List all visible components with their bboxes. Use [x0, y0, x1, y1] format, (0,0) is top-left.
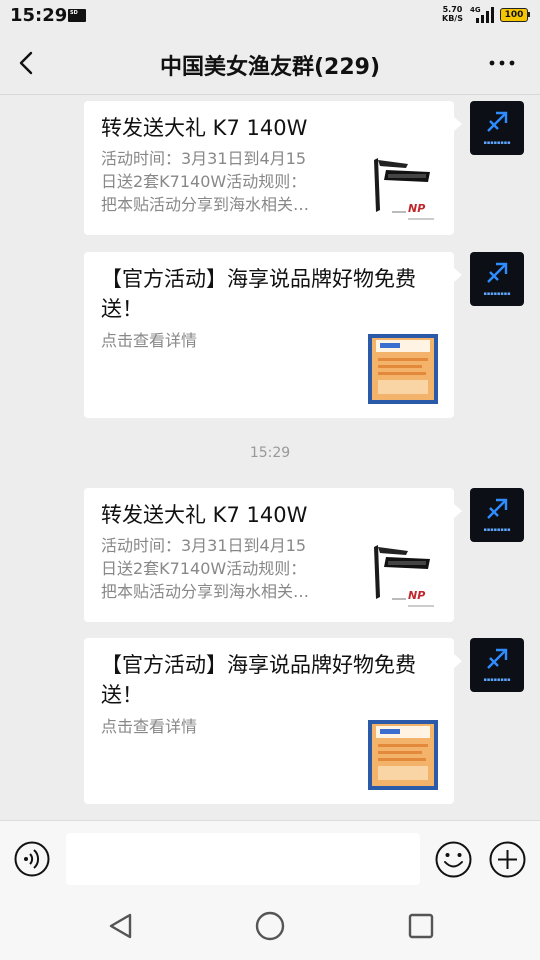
sd-card-icon [68, 9, 86, 22]
sagittarius-icon [487, 498, 508, 519]
battery-icon: 100 [500, 8, 530, 22]
link-card-message[interactable]: 【官方活动】海享说品牌好物免费送！ 点击查看详情 [84, 252, 462, 418]
battery-level: 100 [500, 8, 528, 22]
avatar[interactable]: ▪▪▪▪▪▪▪▪ [470, 488, 524, 542]
chat-title: 中国美女渔友群(229) [159, 55, 381, 80]
avatar-caption: ▪▪▪▪▪▪▪▪ [483, 677, 511, 683]
thumb-brand: NP [408, 589, 425, 602]
card-description-line: 点击查看详情 [101, 331, 198, 350]
chevron-left-icon[interactable] [14, 50, 40, 76]
card-description-line: 活动时间：3月31日到4月15 [101, 536, 307, 555]
avatar[interactable]: ▪▪▪▪▪▪▪▪ [470, 101, 524, 155]
avatar[interactable]: ▪▪▪▪▪▪▪▪ [470, 252, 524, 306]
network-speed: 5.70 KB/S [442, 5, 463, 23]
card-description: 活动时间：3月31日到4月15 日送2套K7140W活动规则： 把本贴活动分享到… [101, 534, 309, 603]
sagittarius-icon [487, 111, 508, 132]
card-description-line: 点击查看详情 [101, 717, 198, 736]
system-nav-bar [0, 896, 540, 960]
card-description-line: 把本贴活动分享到海水相关… [101, 582, 310, 601]
nav-recent-icon[interactable] [406, 911, 436, 941]
card-title: 转发送大礼 K7 140W [101, 116, 308, 140]
link-card-message[interactable]: 转发送大礼 K7 140W 活动时间：3月31日到4月15 日送2套K7140W… [84, 101, 462, 235]
card-title: 转发送大礼 K7 140W [101, 503, 308, 527]
status-bar: 15:29 5.70 KB/S 4G 100 [0, 0, 540, 32]
sagittarius-icon [487, 648, 508, 669]
card-description-line: 日送2套K7140W活动规则： [101, 559, 307, 578]
message-timestamp: 15:29 [249, 445, 291, 461]
avatar[interactable]: ▪▪▪▪▪▪▪▪ [470, 638, 524, 692]
sagittarius-icon [487, 262, 508, 283]
message-input[interactable] [66, 833, 420, 885]
input-bar [0, 820, 540, 897]
poster-thumbnail [368, 334, 438, 404]
poster-thumbnail [368, 720, 438, 790]
network-speed-value: 5.70 [442, 5, 463, 14]
avatar-caption: ▪▪▪▪▪▪▪▪ [483, 140, 511, 146]
network-speed-unit: KB/S [442, 14, 463, 23]
card-description-line: 把本贴活动分享到海水相关… [101, 195, 310, 214]
avatar-caption: ▪▪▪▪▪▪▪▪ [483, 291, 511, 297]
more-dots-icon[interactable] [488, 50, 516, 76]
lamp-thumbnail: NP [368, 541, 438, 611]
network-type: 4G [470, 6, 481, 14]
thumb-brand: NP [408, 202, 425, 215]
emoji-icon[interactable] [435, 841, 472, 878]
status-time: 15:29 [10, 5, 68, 26]
lamp-thumbnail: NP [368, 154, 438, 224]
signal-icon: 4G [470, 6, 496, 23]
voice-icon[interactable] [14, 841, 50, 877]
card-description-line: 日送2套K7140W活动规则： [101, 172, 307, 191]
card-description: 活动时间：3月31日到4月15 日送2套K7140W活动规则： 把本贴活动分享到… [101, 147, 309, 216]
card-description: 点击查看详情 [101, 329, 197, 352]
chat-header: 中国美女渔友群(229) [0, 32, 540, 95]
link-card-message[interactable]: 【官方活动】海享说品牌好物免费送！ 点击查看详情 [84, 638, 462, 804]
link-card-message[interactable]: 转发送大礼 K7 140W 活动时间：3月31日到4月15 日送2套K7140W… [84, 488, 462, 622]
nav-back-icon[interactable] [106, 911, 136, 941]
nav-home-icon[interactable] [254, 910, 286, 942]
card-title: 【官方活动】海享说品牌好物免费送！ [101, 267, 416, 321]
plus-icon[interactable] [489, 841, 526, 878]
card-description: 点击查看详情 [101, 715, 197, 738]
card-title: 【官方活动】海享说品牌好物免费送！ [101, 653, 416, 707]
avatar-caption: ▪▪▪▪▪▪▪▪ [483, 527, 511, 533]
card-description-line: 活动时间：3月31日到4月15 [101, 149, 307, 168]
